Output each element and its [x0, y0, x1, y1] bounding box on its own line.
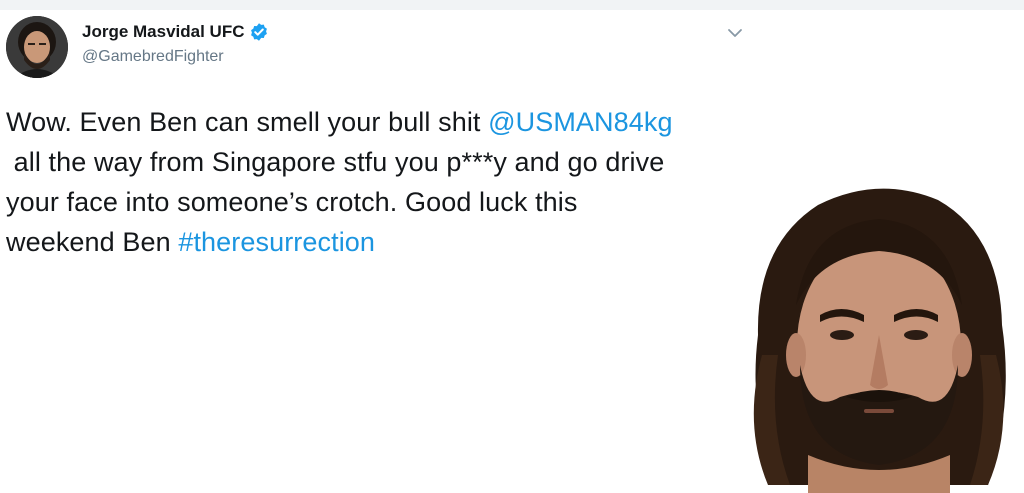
- author-name-row[interactable]: Jorge Masvidal UFC: [82, 22, 269, 42]
- author-handle[interactable]: @GamebredFighter: [82, 48, 224, 66]
- mention-link[interactable]: @USMAN84kg: [488, 107, 672, 137]
- verified-badge-icon: [250, 23, 267, 41]
- tweet-line-1: Wow. Even Ben can smell your bull shit @…: [6, 102, 746, 142]
- chevron-down-icon[interactable]: [726, 24, 744, 42]
- page: Jorge Masvidal UFC @GamebredFighter Wow.…: [0, 0, 1024, 493]
- tweet-text-segment: Wow. Even Ben can smell your bull shit: [6, 107, 489, 137]
- top-strip: [0, 0, 1024, 10]
- author-name[interactable]: Jorge Masvidal UFC: [82, 22, 245, 42]
- tweet-line-4: weekend Ben #theresurrection: [6, 222, 746, 262]
- tweet-line-3: your face into someone’s crotch. Good lu…: [6, 187, 578, 217]
- avatar[interactable]: [6, 16, 68, 78]
- tweet-line-2: all the way from Singapore stfu you p***…: [6, 147, 665, 177]
- avatar-image: [6, 16, 68, 78]
- hashtag-link[interactable]: #theresurrection: [178, 227, 375, 257]
- fighter-portrait-image: [753, 188, 1006, 493]
- tweet-text: Wow. Even Ben can smell your bull shit @…: [6, 102, 746, 262]
- tweet-text-segment: weekend Ben: [6, 227, 179, 257]
